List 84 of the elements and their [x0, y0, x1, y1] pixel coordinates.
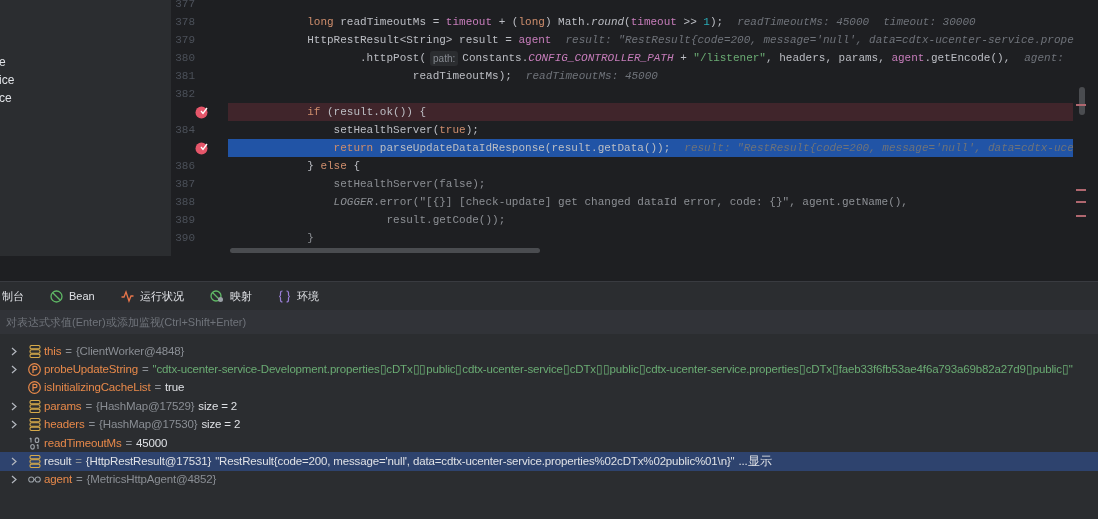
field-stack-icon: [28, 418, 41, 432]
protected-field-icon: [28, 363, 41, 377]
project-tree-item[interactable]: e: [0, 53, 6, 71]
vertical-scrollbar[interactable]: [1079, 87, 1085, 115]
variable-value: {HashMap@17530}: [99, 417, 198, 433]
pulse-icon: [120, 289, 134, 303]
error-stripe-mark: [1076, 104, 1086, 106]
variable-value: size = 2: [201, 417, 241, 433]
inline-value-hint: timeout: 30000: [883, 14, 976, 30]
variable-row[interactable]: readTimeoutMs = 45000: [0, 433, 1098, 453]
no-entry-icon: [50, 289, 63, 303]
variable-row[interactable]: result = {HttpRestResult@17531} "RestResult{code=200, message='null', data=cdtx-ucenter-service.properties%02cDTx%02public%01\n}" ...显示: [0, 452, 1098, 471]
field-stack-icon: [28, 399, 41, 413]
equals-sign: =: [88, 417, 96, 433]
inline-value-hint: readTimeoutMs: 45000: [525, 68, 658, 84]
protected-field-icon: [28, 381, 41, 395]
equals-sign: =: [154, 380, 162, 396]
variable-row[interactable]: headers = {HashMap@17530} size = 2: [0, 415, 1098, 434]
code-line: HttpRestResult<String> result = agent result: "RestResult{code=200, message='null', data=cdtx-ucenter-service.prope: [228, 31, 1074, 49]
debug-tab[interactable]: 环境: [275, 285, 321, 307]
variable-row[interactable]: probeUpdateString = "cdtx-ucenter-service-Development.properties▯cDTx▯▯public▯cdtx-ucenter-service▯cDTx▯▯public▯cdtx-ucenter-service.properties▯cDTx▯faeb33f6fb53ae4f6a793a69b82a27d9▯public▯": [0, 360, 1098, 379]
project-tree-item[interactable]: ce: [0, 89, 12, 107]
equals-sign: =: [125, 435, 133, 451]
variable-value: {HashMap@17529}: [96, 398, 195, 414]
code-line: setHealthServer(false);: [332, 176, 486, 192]
variable-name: headers: [44, 417, 85, 433]
code-line: readTimeoutMs); readTimeoutMs: 45000: [228, 67, 658, 85]
code-line: } else {: [306, 158, 361, 174]
chevron-right-icon[interactable]: [11, 346, 17, 356]
variable-value: true: [165, 380, 185, 396]
equals-sign: =: [75, 453, 82, 469]
variable-name: this: [44, 343, 62, 359]
variable-row[interactable]: isInitializingCacheList = true: [0, 378, 1098, 398]
breakpoint-icon[interactable]: [195, 141, 208, 155]
debug-tab[interactable]: 制台: [0, 285, 26, 307]
variable-value: "RestResult{code=200, message='null', data=cdtx-ucenter-service.properties%02cDTx%02public%01\n}": [215, 453, 735, 469]
debug-tab[interactable]: 映射: [207, 285, 254, 307]
glasses-icon: [28, 475, 41, 485]
chevron-right-icon[interactable]: [11, 475, 17, 485]
variable-value: {HttpRestResult@17531}: [85, 453, 212, 469]
chevron-right-icon[interactable]: [11, 365, 17, 375]
inline-value-hint: result: "RestResult{code=200, message='null', data=cdtx-uce: [684, 140, 1073, 156]
variable-row[interactable]: agent = {MetricsHttpAgent@4852}: [0, 470, 1098, 490]
equals-sign: =: [142, 361, 149, 377]
variable-value: "cdtx-ucenter-service-Development.properties▯cDTx▯▯public▯cdtx-ucenter-service▯cDTx▯▯public▯cdtx-ucenter-service.properties▯cDTx▯faeb33f6fb53ae4f6a793a69b82a27d9▯public▯": [152, 361, 1073, 377]
variable-name: isInitializingCacheList: [44, 380, 151, 396]
code-line: LOGGER.error("[{}] [check-update] get changed dataId error, code: {}", agent.getName(),: [332, 194, 908, 210]
code-line: setHealthServer(true);: [332, 122, 479, 138]
variable-name: params: [44, 398, 82, 414]
code-line: long readTimeoutMs = timeout + (long) Math.round(timeout >> 1); readTimeoutMs: 45000 timeout: 30000: [228, 13, 976, 31]
inline-value-hint: agent:: [1024, 50, 1064, 66]
code-line: result.getCode());: [385, 212, 506, 228]
variable-name: agent: [44, 472, 73, 488]
horizontal-scrollbar[interactable]: [230, 248, 540, 253]
parameter-hint: path:: [430, 50, 459, 66]
binary-icon: [28, 436, 41, 450]
chevron-right-icon[interactable]: [11, 401, 17, 411]
field-stack-icon: [28, 344, 41, 358]
variable-name: result: [44, 453, 72, 469]
variable-value: {MetricsHttpAgent@4852}: [86, 472, 217, 488]
variable-row[interactable]: this = {ClientWorker@4848}: [0, 342, 1098, 361]
code-line: }: [306, 230, 314, 246]
variable-value: {ClientWorker@4848}: [75, 343, 185, 359]
variable-name: probeUpdateString: [44, 361, 138, 377]
variable-value: size = 2: [198, 398, 238, 414]
code-line: .httpPost( path: Constants.CONFIG_CONTROLLER_PATH + "/listener", headers, params, agent.getEncode(), agent:: [228, 49, 1064, 67]
project-tree-item[interactable]: ice: [0, 71, 15, 89]
equals-sign: =: [65, 343, 72, 359]
inline-value-hint: readTimeoutMs: 45000: [737, 14, 870, 30]
chevron-right-icon[interactable]: [11, 420, 17, 430]
equals-sign: =: [76, 472, 83, 488]
debug-tab[interactable]: 运行状况: [118, 285, 186, 307]
variable-value: 45000: [136, 435, 168, 451]
braces-icon: [277, 289, 291, 303]
show-more-link[interactable]: ...显示: [738, 452, 772, 471]
debug-tab[interactable]: Bean: [48, 285, 97, 307]
equals-sign: =: [85, 398, 93, 414]
field-stack-icon: [28, 455, 41, 469]
variable-row[interactable]: params = {HashMap@17529} size = 2: [0, 397, 1098, 416]
error-stripe-mark: [1076, 215, 1086, 217]
variable-name: readTimeoutMs: [44, 435, 122, 451]
breakpoint-icon[interactable]: [195, 105, 208, 119]
chevron-right-icon[interactable]: [11, 457, 17, 467]
inline-value-hint: result: "RestResult{code=200, message='null', data=cdtx-ucenter-service.prope: [565, 32, 1074, 48]
